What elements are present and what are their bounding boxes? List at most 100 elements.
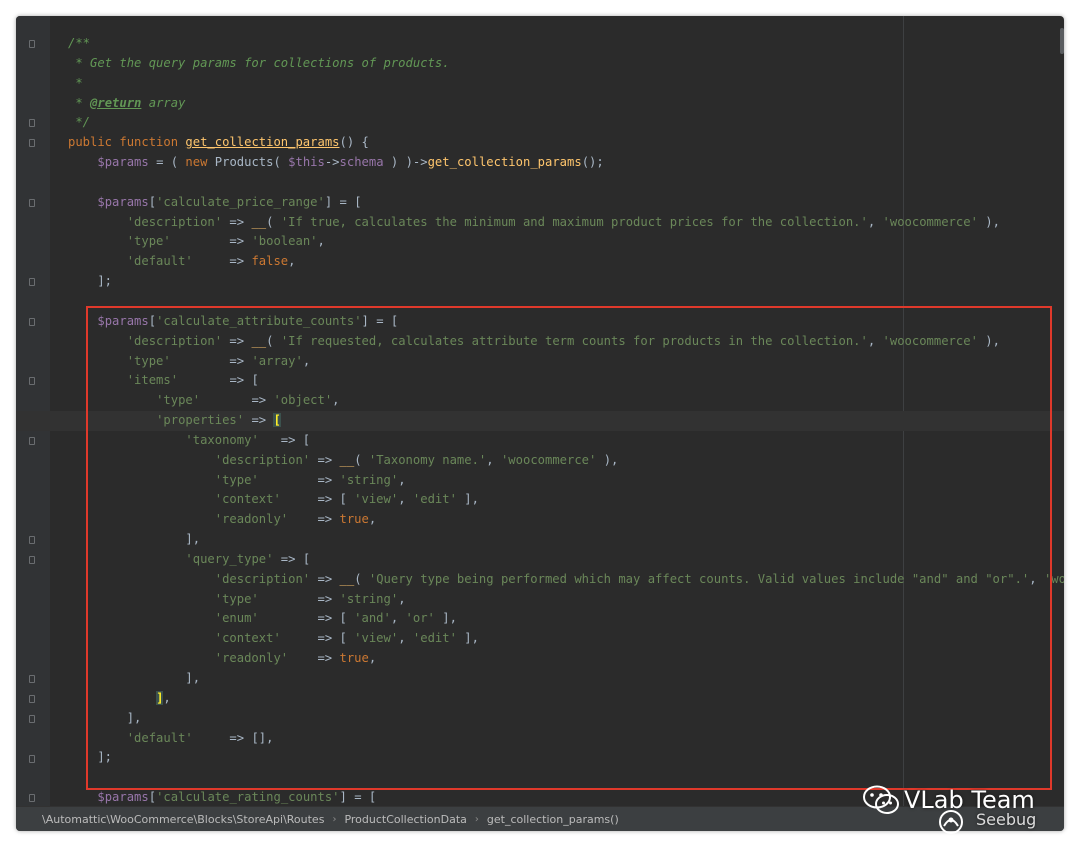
code-token: => — [170, 353, 252, 368]
code-token: 'description' — [214, 571, 311, 586]
code-token: , — [332, 393, 340, 408]
code-line[interactable]: 'items' => [ — [68, 371, 1064, 391]
code-token: 'wooc — [1043, 571, 1064, 586]
fold-marker-icon[interactable] — [29, 714, 35, 723]
code-token: 'readonly' — [214, 512, 289, 527]
code-line[interactable]: */ — [68, 113, 1064, 133]
code-line[interactable]: 'description' => __( 'Query type being p… — [68, 570, 1064, 590]
code-token: 'edit' — [412, 631, 457, 646]
code-token: @return — [90, 95, 142, 110]
fold-marker-icon[interactable] — [29, 278, 35, 287]
code-token: , — [163, 690, 171, 705]
code-token: => [ — [258, 611, 355, 626]
code-token: 'string' — [339, 472, 399, 487]
code-line[interactable]: 'query_type' => [ — [68, 550, 1064, 570]
code-line[interactable]: public function get_collection_params() … — [68, 133, 1064, 153]
code-token: => [ — [280, 631, 355, 646]
code-token: ), — [977, 333, 1000, 348]
code-line[interactable]: 'description' => __( 'Taxonomy name.', '… — [68, 451, 1064, 471]
watermark: VLab Team Seebug — [862, 780, 1062, 836]
code-token: => [ — [178, 373, 259, 388]
code-line[interactable]: * @return array — [68, 94, 1064, 114]
code-line[interactable]: 'type' => 'string', — [68, 590, 1064, 610]
code-token: ( — [354, 571, 369, 586]
code-line[interactable]: 'readonly' => true, — [68, 649, 1064, 669]
code-token: => — [258, 472, 340, 487]
code-token: __ — [251, 333, 267, 348]
code-line[interactable]: 'default' => false, — [68, 252, 1064, 272]
fold-marker-icon[interactable] — [29, 556, 35, 565]
fold-marker-icon[interactable] — [29, 675, 35, 684]
code-line[interactable]: 'description' => __( 'If true, calculate… — [68, 213, 1064, 233]
code-token: ], — [456, 631, 479, 646]
code-area[interactable]: /** * Get the query params for collectio… — [16, 34, 1064, 808]
wechat-icon — [863, 785, 899, 814]
breadcrumb-separator: › — [474, 813, 479, 825]
code-line[interactable]: 'readonly' => true, — [68, 510, 1064, 530]
code-line[interactable]: 'type' => 'boolean', — [68, 232, 1064, 252]
code-token: => [ — [273, 551, 311, 566]
code-token: 'calculate_rating_counts' — [156, 790, 340, 805]
breadcrumb-method[interactable]: get_collection_params() — [487, 813, 619, 826]
code-token: 'woocommerce' — [882, 214, 978, 229]
breadcrumb-namespace[interactable]: \Automattic\WooCommerce\Blocks\StoreApi\… — [42, 813, 324, 826]
fold-marker-icon[interactable] — [29, 139, 35, 148]
code-line[interactable]: ], — [68, 669, 1064, 689]
breadcrumb-separator: › — [332, 813, 337, 825]
code-line[interactable]: ], — [68, 530, 1064, 550]
code-line[interactable]: $params = ( new Products( $this->schema … — [68, 153, 1064, 173]
code-line[interactable]: 'context' => [ 'view', 'edit' ], — [68, 629, 1064, 649]
code-token: , — [398, 472, 406, 487]
fold-marker-icon[interactable] — [29, 536, 35, 545]
code-line[interactable]: 'type' => 'string', — [68, 471, 1064, 491]
code-token: 'default' — [126, 254, 193, 269]
code-line[interactable]: 'type' => 'object', — [68, 391, 1064, 411]
code-line[interactable]: 'context' => [ 'view', 'edit' ], — [68, 490, 1064, 510]
code-line[interactable]: ], — [68, 709, 1064, 729]
fold-marker-icon[interactable] — [29, 317, 35, 326]
fold-marker-icon[interactable] — [29, 377, 35, 386]
code-line[interactable] — [68, 173, 1064, 193]
code-token: ( — [266, 333, 281, 348]
fold-marker-icon[interactable] — [29, 119, 35, 128]
code-line[interactable]: 'properties' => [ — [16, 411, 1064, 431]
code-line[interactable]: $params['calculate_price_range'] = [ — [68, 193, 1064, 213]
code-line[interactable]: ]; — [68, 748, 1064, 768]
code-line[interactable]: 'type' => 'array', — [68, 352, 1064, 372]
code-line[interactable]: 'taxonomy' => [ — [68, 431, 1064, 451]
fold-marker-icon[interactable] — [29, 198, 35, 207]
code-token: 'boolean' — [251, 234, 318, 249]
fold-marker-icon[interactable] — [29, 754, 35, 763]
code-line[interactable] — [68, 292, 1064, 312]
code-token: 'or' — [405, 611, 435, 626]
code-line[interactable]: 'description' => __( 'If requested, calc… — [68, 332, 1064, 352]
code-token: 'view' — [354, 492, 399, 507]
fold-marker-icon[interactable] — [29, 40, 35, 48]
code-token: 'type' — [126, 234, 171, 249]
watermark-subtitle: Seebug — [976, 810, 1037, 829]
code-token: 'default' — [126, 730, 193, 745]
code-token: => — [170, 234, 252, 249]
code-line[interactable]: 'default' => [], — [68, 729, 1064, 749]
code-line[interactable]: * Get the query params for collections o… — [68, 54, 1064, 74]
fold-marker-icon[interactable] — [29, 437, 35, 445]
code-token: ]; — [68, 274, 113, 289]
code-line[interactable]: ], — [68, 689, 1064, 709]
code-token: => — [222, 214, 252, 229]
fold-marker-icon[interactable] — [29, 695, 35, 704]
code-token: 'items' — [126, 373, 179, 388]
code-token: () { — [339, 135, 369, 150]
fold-marker-icon[interactable] — [29, 794, 35, 803]
code-line[interactable]: $params['calculate_attribute_counts'] = … — [68, 312, 1064, 332]
code-line[interactable]: * — [68, 74, 1064, 94]
code-line[interactable]: 'enum' => [ 'and', 'or' ], — [68, 609, 1064, 629]
code-line[interactable]: ]; — [68, 272, 1064, 292]
breadcrumb-class[interactable]: ProductCollectionData — [344, 813, 466, 826]
code-line[interactable]: /** — [68, 34, 1064, 54]
code-token: = ( — [148, 155, 186, 170]
code-token: [ — [148, 313, 157, 328]
